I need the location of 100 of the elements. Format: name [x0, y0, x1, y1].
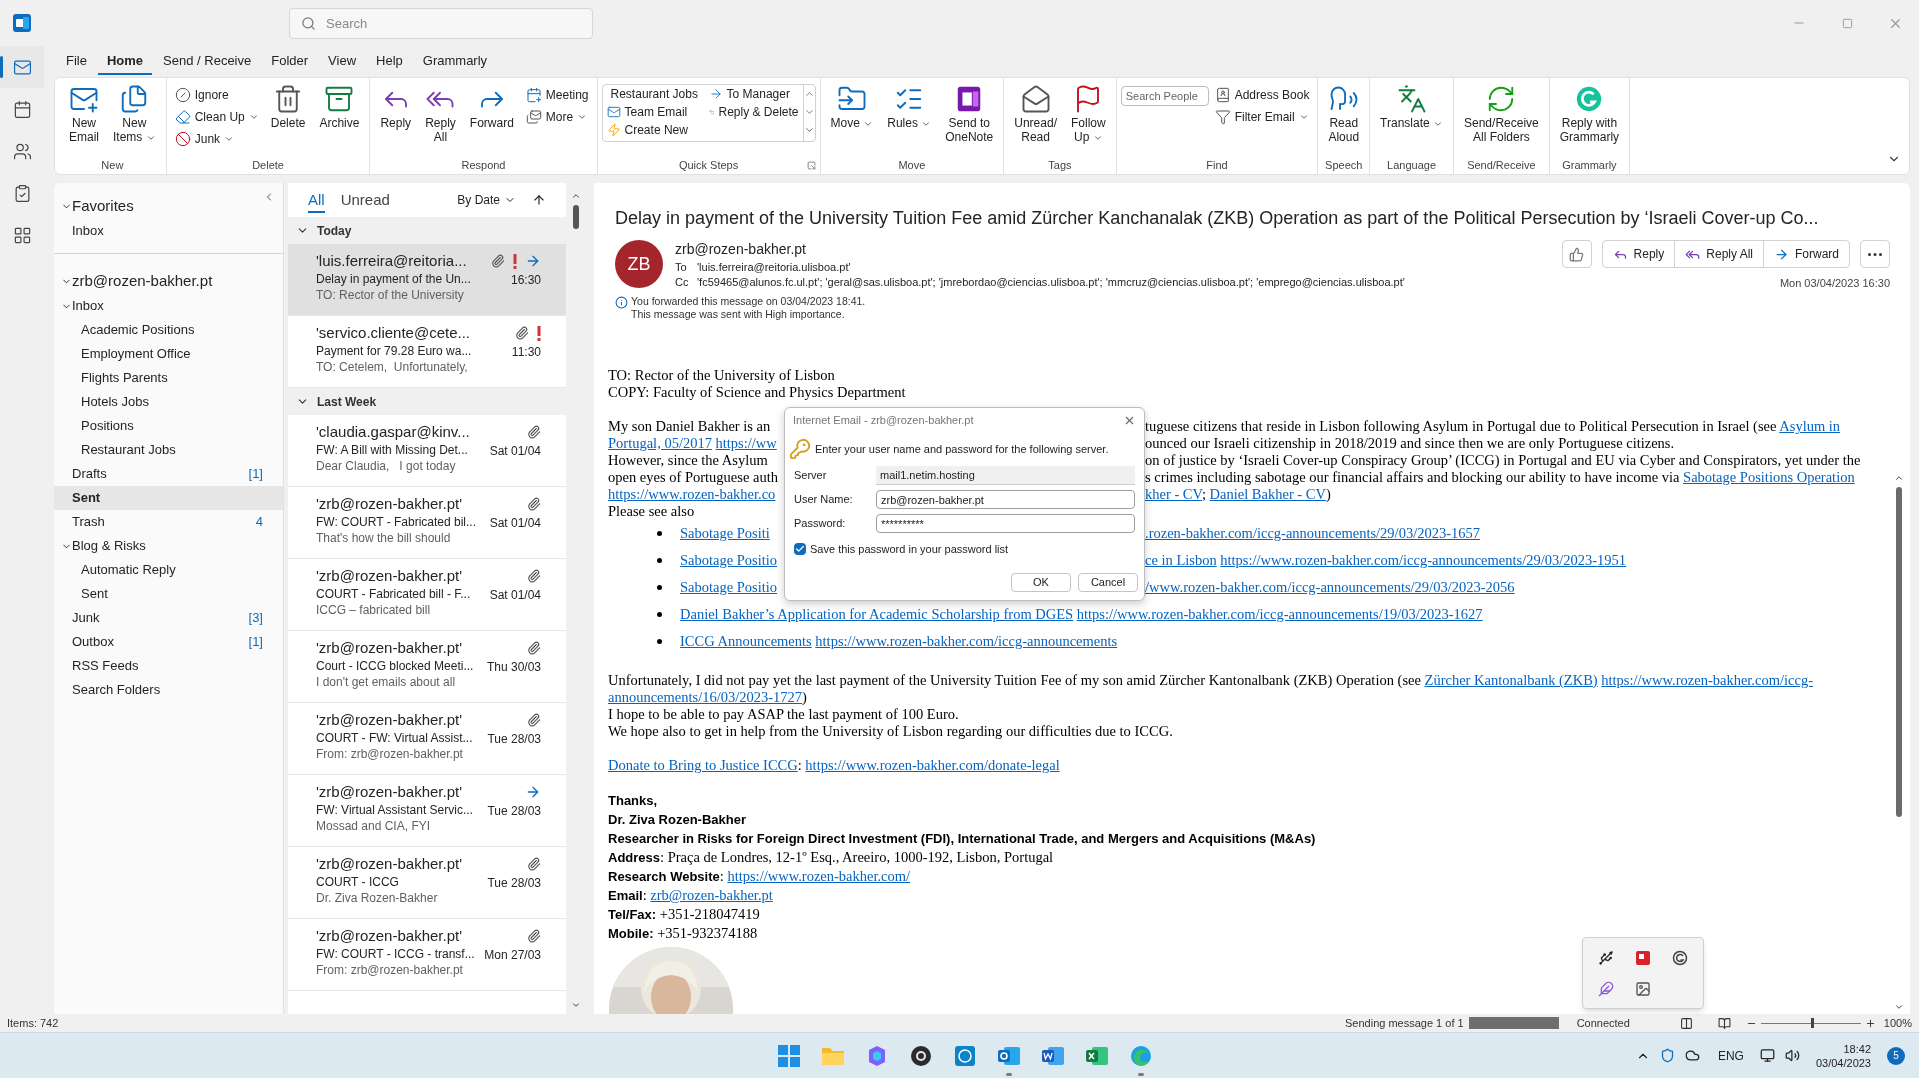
ribbon-button[interactable]: Reply	[374, 82, 418, 144]
folder-item[interactable]: Restaurant Jobs	[54, 438, 283, 462]
ribbon-button[interactable]: Archive	[313, 82, 366, 144]
checkbox-label[interactable]: Save this password in your password list	[810, 541, 1009, 558]
scroll-down-icon[interactable]	[1894, 1002, 1904, 1012]
ribbon-button[interactable]: Translate	[1374, 82, 1449, 144]
notification-badge[interactable]: 5	[1887, 1046, 1905, 1065]
web-app-icon[interactable]	[954, 1044, 976, 1067]
browser-icon[interactable]	[1130, 1044, 1152, 1067]
filter-tab[interactable]: All	[308, 189, 325, 213]
like-button[interactable]	[1561, 240, 1592, 268]
ribbon-button[interactable]: Move	[824, 82, 880, 144]
folder-item[interactable]: Blog & Risks	[54, 534, 283, 558]
clock[interactable]: 18:42 03/04/2023	[1815, 1041, 1871, 1070]
action-button[interactable]: Reply All	[1674, 241, 1763, 267]
app-logo-icon[interactable]	[13, 14, 31, 32]
text-field[interactable]: **********	[876, 514, 1135, 533]
folder-item[interactable]: Inbox	[54, 219, 283, 243]
filter-tab[interactable]: Unread	[340, 189, 390, 213]
windows-logo-icon[interactable]	[778, 1044, 800, 1067]
link[interactable]: Portugal, 05/2017	[608, 435, 712, 451]
menu-tab[interactable]: View	[319, 48, 366, 75]
swirl-icon[interactable]	[866, 1044, 888, 1067]
folder-section-header[interactable]: Favorites	[54, 193, 283, 219]
spreadsheet-app-icon[interactable]	[1085, 1044, 1109, 1067]
link[interactable]: Donate to Bring to Justice ICCG	[608, 757, 798, 773]
lens-icon[interactable]	[910, 1044, 932, 1067]
group-header[interactable]: Last Week	[288, 388, 566, 415]
scroll-thumb[interactable]	[1896, 487, 1902, 817]
action-button[interactable]: Forward	[1763, 241, 1849, 267]
link[interactable]: Sabotage Positio	[680, 579, 778, 595]
ribbon-button[interactable]: Forward	[463, 82, 520, 144]
link[interactable]: Daniel Bakher’s Application for Academic Scholarship from DGES	[680, 606, 1074, 622]
folder-item[interactable]: Junk [3]	[54, 606, 283, 630]
folder-section-header[interactable]: zrb@rozen-bakher.pt	[54, 268, 283, 294]
ribbon-button[interactable]: Send/Receive All Folders	[1458, 82, 1545, 144]
message-item[interactable]: 'luis.ferreira@reitoria... Delay in payment of the Un... TO: Rector of the University 16:30	[288, 244, 566, 316]
sort-button[interactable]: By Date	[457, 191, 516, 209]
scroll-up-icon[interactable]	[1894, 473, 1904, 483]
folder-item[interactable]: Sent	[54, 582, 283, 606]
quick-step[interactable]: Team Email	[606, 103, 697, 121]
folder-item[interactable]: Search Folders	[54, 678, 283, 702]
ribbon-button[interactable]: Follow Up	[1065, 82, 1112, 144]
link[interactable]: .rozen-bakher.com/iccg-announcements/29/03/2023-1657	[1145, 525, 1480, 541]
link[interactable]: Daniel Bakher - CV	[1209, 486, 1326, 502]
menu-tab[interactable]: Help	[367, 48, 412, 75]
ribbon-button[interactable]: New Email	[63, 82, 105, 144]
link[interactable]: https://www.rozen-bakher.com/iccg-announcements	[815, 633, 1118, 649]
ribbon-button[interactable]: Read Aloud	[1322, 82, 1366, 144]
quick-step[interactable]: Reply & Delete	[708, 103, 799, 121]
usb-icon[interactable]	[1597, 949, 1614, 966]
link[interactable]: https://www.rozen-bakher.com/	[727, 868, 911, 884]
reading-view-icon[interactable]	[1717, 1016, 1731, 1030]
ribbon-button[interactable]: Send to OneNote	[939, 82, 1000, 144]
scroll-down-icon[interactable]	[571, 1000, 581, 1010]
quick-step[interactable]: To Manager	[708, 85, 799, 103]
ribbon-button[interactable]: More	[521, 106, 593, 128]
square-app-icon[interactable]	[1635, 949, 1651, 966]
feather-icon[interactable]	[1597, 980, 1614, 997]
ribbon-button[interactable]: Address Book	[1210, 84, 1314, 106]
shield-icon[interactable]	[1659, 1048, 1675, 1063]
link[interactable]: Sabotage Positi	[680, 525, 770, 541]
folder-item[interactable]: Outbox [1]	[54, 630, 283, 654]
normal-view-icon[interactable]	[1679, 1016, 1693, 1030]
mail-app-icon[interactable]	[997, 1044, 1021, 1067]
link[interactable]: https://www.rozen-bakher.com/iccg-announcements/29/03/2023-1951	[1220, 552, 1627, 568]
link[interactable]: https://www.rozen-bakher.com/iccg-	[1601, 672, 1813, 688]
link[interactable]: https://www.rozen-bakher.co	[608, 486, 776, 502]
link[interactable]: /www.rozen-bakher.com/iccg-announcements/29/03/2023-2056	[1145, 579, 1515, 595]
link[interactable]: https://ww	[715, 435, 777, 451]
link[interactable]: ICCG Announcements	[680, 633, 812, 649]
menu-tab[interactable]: Folder	[262, 48, 318, 75]
ribbon-button[interactable]: Unread/ Read	[1008, 82, 1063, 144]
app-rail-button[interactable]	[0, 46, 44, 88]
link[interactable]: announcements/16/03/2023-1727	[608, 689, 803, 705]
zoom-in-icon[interactable]	[1864, 1017, 1876, 1029]
folder-item[interactable]: RSS Feeds	[54, 654, 283, 678]
dialog-button[interactable]: OK	[1011, 573, 1071, 592]
image-icon[interactable]	[1635, 980, 1651, 997]
search-people-field[interactable]: Search People	[1120, 86, 1209, 106]
folder-item[interactable]: Hotels Jobs	[54, 390, 283, 414]
ribbon-button[interactable]: Meeting	[521, 84, 593, 106]
link[interactable]: Sabotage Positions Operation	[1683, 469, 1855, 485]
quick-step[interactable]: Create New	[606, 121, 697, 139]
circle-icon[interactable]	[1672, 949, 1689, 966]
ribbon-button[interactable]: Clean Up	[170, 106, 263, 128]
more-button[interactable]	[1860, 240, 1890, 268]
language-indicator[interactable]: ENG	[1717, 1046, 1744, 1065]
ribbon-button[interactable]: Rules	[881, 82, 938, 144]
ribbon-button[interactable]: Junk	[170, 128, 263, 150]
link[interactable]: Sabotage Positio	[680, 552, 778, 568]
ribbon-button[interactable]: Reply All	[419, 82, 462, 144]
ribbon-button[interactable]: Reply with Grammarly	[1553, 82, 1626, 144]
ribbon-button[interactable]: Filter Email	[1210, 106, 1314, 128]
dialog-button[interactable]: Cancel	[1078, 573, 1138, 592]
folder-item[interactable]: Sent	[54, 486, 283, 510]
dialog-launcher-icon[interactable]	[806, 160, 816, 170]
folder-item[interactable]: Positions	[54, 414, 283, 438]
menu-tab[interactable]: Send / Receive	[154, 48, 261, 75]
volume-icon[interactable]	[1784, 1048, 1800, 1063]
